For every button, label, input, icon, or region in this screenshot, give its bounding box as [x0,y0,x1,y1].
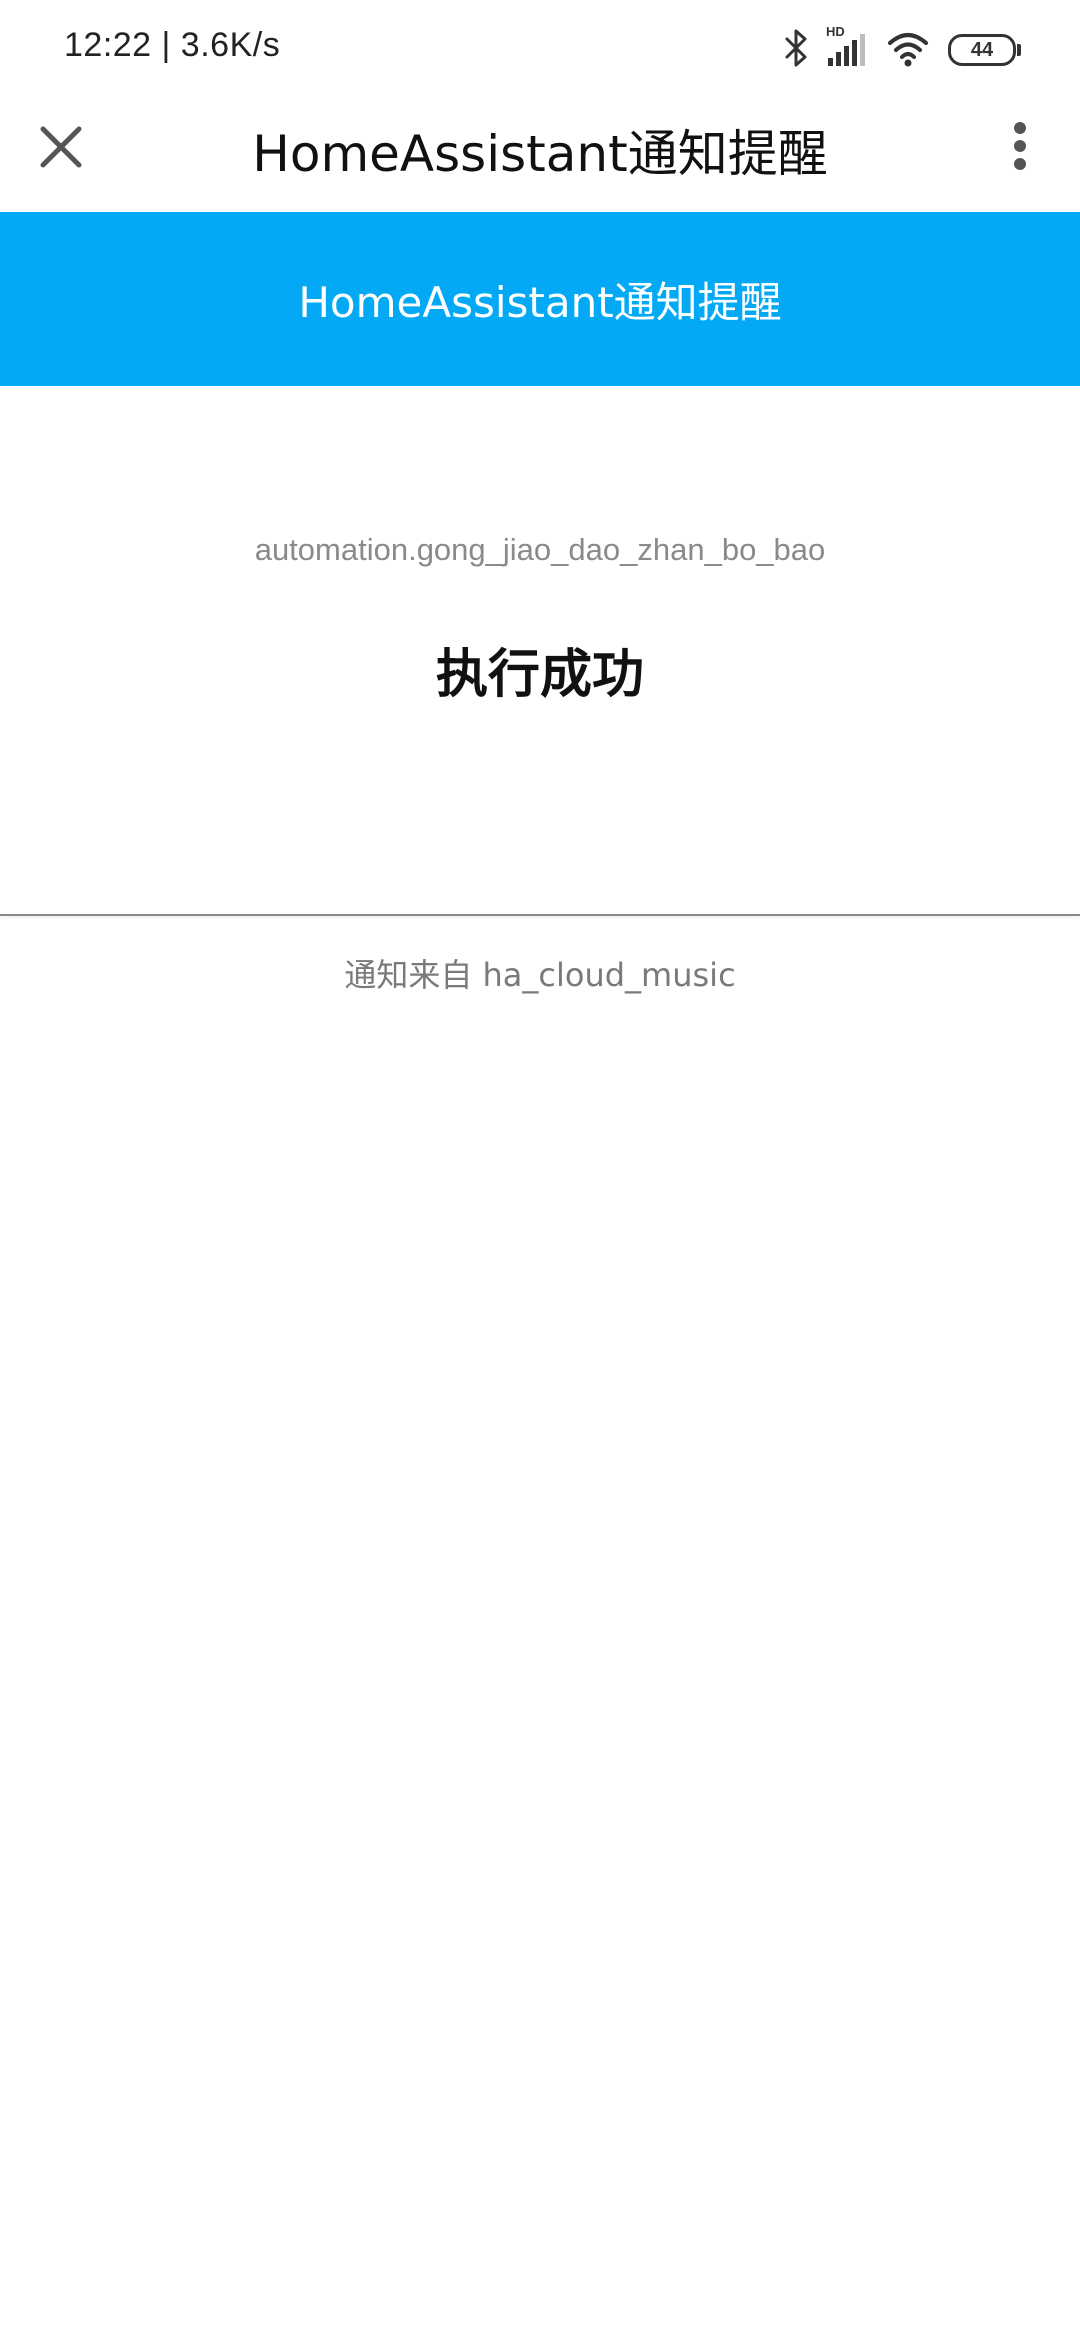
app-bar-title: HomeAssistant通知提醒 [252,125,828,183]
network-badge: HD [826,24,845,39]
wifi-icon [886,28,930,72]
status-time-speed: 12:22 | 3.6K/s [64,26,281,64]
status-icons: HD 44 [784,24,1021,72]
signal-icon: HD [826,24,868,72]
bluetooth-icon [784,28,808,72]
more-options-button[interactable] [990,116,1050,180]
notification-header: HomeAssistant通知提醒 [0,212,1080,386]
notification-header-title: HomeAssistant通知提醒 [298,277,782,327]
battery-icon: 44 [948,34,1021,66]
page: 12:22 | 3.6K/s HD 44 HomeAssistant通知提醒 H… [0,0,1080,2340]
close-button[interactable] [30,118,92,180]
close-icon [39,125,83,173]
notification-source: 通知来自 ha_cloud_music [344,956,736,994]
battery-level: 44 [970,38,994,61]
app-bar: HomeAssistant通知提醒 [0,100,1080,212]
notification-message: 执行成功 [435,645,644,705]
more-vert-icon [1012,121,1028,175]
entity-id: automation.gong_jiao_dao_zhan_bo_bao [254,532,826,567]
status-bar: 12:22 | 3.6K/s HD 44 [0,0,1080,100]
divider [0,914,1080,916]
